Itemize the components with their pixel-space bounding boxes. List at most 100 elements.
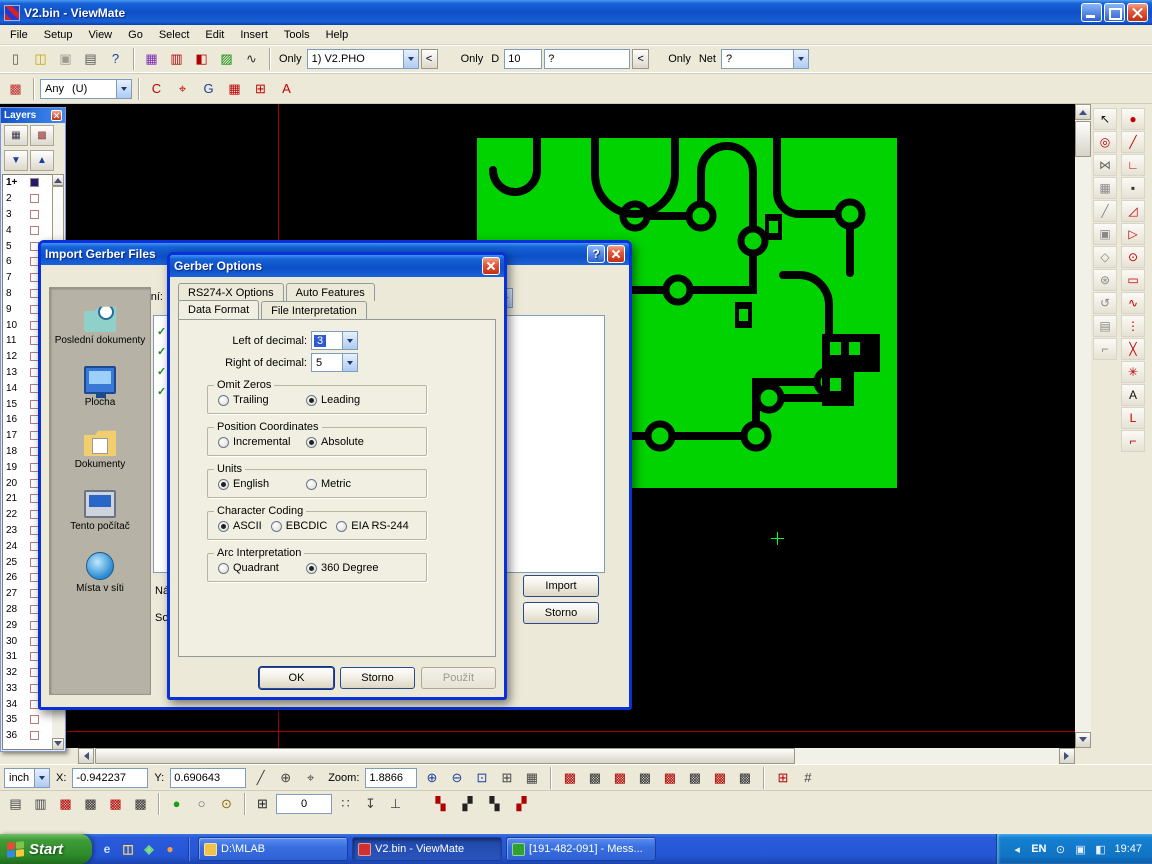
radio-icon[interactable] <box>218 563 229 574</box>
layer-move-up-icon[interactable]: ▲ <box>30 150 54 171</box>
probe-icon[interactable]: ⊙ <box>215 793 238 815</box>
dropdown-arrow-icon[interactable] <box>793 50 808 68</box>
radio-icon[interactable] <box>306 395 317 406</box>
circle-tool-icon[interactable]: C <box>145 78 168 100</box>
dialog-close-button[interactable] <box>607 245 625 263</box>
layer-palette-icon[interactable]: ▩ <box>30 125 54 146</box>
radio-icon[interactable] <box>271 521 282 532</box>
draw-corner-icon[interactable]: ⌐ <box>1121 430 1145 452</box>
radio-icon[interactable] <box>306 563 317 574</box>
pattern-4-icon[interactable]: ▩ <box>129 793 152 815</box>
layer-row[interactable]: 1+ <box>3 175 53 191</box>
layer-set-icon[interactable]: ▥ <box>29 793 52 815</box>
prev-d-button[interactable]: < <box>632 49 649 69</box>
dual-grid-icon[interactable]: ◧ <box>190 48 213 70</box>
draw-target-icon[interactable]: ⊙ <box>1121 246 1145 268</box>
layers-panel-titlebar[interactable]: Layers <box>1 108 65 123</box>
dcode-grid-2-icon[interactable]: ▩ <box>583 767 606 789</box>
draw-star-icon[interactable]: ✳ <box>1121 361 1145 383</box>
open-icon[interactable]: ◫ <box>29 48 52 70</box>
dcode-grid-1-icon[interactable]: ▩ <box>558 767 581 789</box>
corner-icon[interactable]: ⌐ <box>1093 338 1117 360</box>
task-viewmate[interactable]: V2.bin - ViewMate <box>352 837 502 861</box>
firefox-icon[interactable]: ● <box>161 840 179 858</box>
pat-a-icon[interactable]: ▚ <box>429 793 452 815</box>
draw-wedge-icon[interactable]: ◿ <box>1121 200 1145 222</box>
minimize-button[interactable] <box>1081 3 1102 22</box>
menu-edit[interactable]: Edit <box>197 27 232 43</box>
dcode-grid-3-icon[interactable]: ▩ <box>608 767 631 789</box>
d-filter-input[interactable] <box>544 49 630 69</box>
d-code-input[interactable] <box>504 49 542 69</box>
draw-trace-icon[interactable]: ╱ <box>1121 131 1145 153</box>
menu-file[interactable]: File <box>2 27 36 43</box>
pattern-2-icon[interactable]: ▩ <box>79 793 102 815</box>
tab-auto-features[interactable]: Auto Features <box>286 283 375 301</box>
dcode-grid-5-icon[interactable]: ▩ <box>658 767 681 789</box>
pat-b-icon[interactable]: ▞ <box>456 793 479 815</box>
radio-ebcdic[interactable]: EBCDIC <box>271 518 328 534</box>
circle-gray-icon[interactable]: ○ <box>190 793 213 815</box>
draw-wave-icon[interactable]: ∿ <box>1121 292 1145 314</box>
layers-close-icon[interactable] <box>51 110 62 121</box>
dropdown-arrow-icon[interactable] <box>403 50 418 68</box>
radio-absolute[interactable]: Absolute <box>306 434 420 450</box>
radio-360-degree[interactable]: 360 Degree <box>306 560 420 576</box>
dropdown-arrow-icon[interactable] <box>342 354 357 371</box>
cancel-button[interactable]: Storno <box>340 667 415 689</box>
task-messenger[interactable]: [191-482-091] - Mess... <box>506 837 656 861</box>
grid-a-icon[interactable]: ▦ <box>223 78 246 100</box>
stack-icon[interactable]: ▤ <box>4 793 27 815</box>
draw-pad-icon[interactable]: ● <box>1121 108 1145 130</box>
radio-eia-rs-244[interactable]: EIA RS-244 <box>336 518 408 534</box>
layer-row[interactable]: 4 <box>3 222 53 238</box>
layer-swatch[interactable] <box>30 210 39 219</box>
radio-quadrant[interactable]: Quadrant <box>218 560 306 576</box>
new-icon[interactable]: ▯ <box>4 48 27 70</box>
select-cursor-icon[interactable]: ↖ <box>1093 108 1117 130</box>
menu-tools[interactable]: Tools <box>276 27 318 43</box>
dropdown-arrow-icon[interactable] <box>342 332 357 349</box>
ie-icon[interactable]: e <box>98 840 116 858</box>
scroll-right-button[interactable] <box>1059 748 1075 764</box>
radio-metric[interactable]: Metric <box>306 476 420 492</box>
drop-icon[interactable]: ↧ <box>359 793 382 815</box>
x-coordinate-field[interactable] <box>72 768 148 788</box>
clock[interactable]: 19:47 <box>1114 843 1142 855</box>
only-d-label[interactable]: Only <box>458 53 487 65</box>
right-of-decimal-combo[interactable]: 5 <box>311 353 358 372</box>
radio-leading[interactable]: Leading <box>306 392 420 408</box>
menu-insert[interactable]: Insert <box>232 27 276 43</box>
dcode-grid-7-icon[interactable]: ▩ <box>708 767 731 789</box>
dropdown-arrow-icon[interactable] <box>34 769 49 787</box>
line-tool-icon[interactable]: ╱ <box>1093 200 1117 222</box>
only-layer-label[interactable]: Only <box>276 53 305 65</box>
context-help-icon[interactable]: ? <box>104 48 127 70</box>
tray-volume-icon[interactable]: ◧ <box>1092 841 1108 857</box>
layer-row[interactable]: 35 <box>3 712 53 728</box>
restore-button[interactable] <box>1104 3 1125 22</box>
draw-dashrect-icon[interactable]: ▭ <box>1121 269 1145 291</box>
print-icon[interactable]: ▤ <box>79 48 102 70</box>
text-tool-icon[interactable]: A <box>275 78 298 100</box>
gerber-dialog-titlebar[interactable]: Gerber Options <box>170 255 504 277</box>
copy-icon[interactable]: ▣ <box>1093 223 1117 245</box>
close-button[interactable] <box>1127 3 1148 22</box>
snap-icon[interactable]: ◇ <box>1093 246 1117 268</box>
undo-icon[interactable]: ↺ <box>1093 292 1117 314</box>
highlight-grid-icon[interactable]: ▨ <box>215 48 238 70</box>
draw-tri-icon[interactable]: ▷ <box>1121 223 1145 245</box>
only-net-label[interactable]: Only <box>665 53 694 65</box>
draw-dots-icon[interactable]: ⋮ <box>1121 315 1145 337</box>
menu-view[interactable]: View <box>80 27 120 43</box>
radio-icon[interactable] <box>306 479 317 490</box>
layer-row[interactable]: 36 <box>3 728 53 744</box>
text-a-icon[interactable]: A <box>1121 384 1145 406</box>
aperture-list-icon[interactable]: ▦ <box>140 48 163 70</box>
zoom-window-icon[interactable]: ⊡ <box>470 767 493 789</box>
horizontal-scroll-thumb[interactable] <box>95 748 795 764</box>
tab-file-interpretation[interactable]: File Interpretation <box>261 301 367 319</box>
scroll-left-button[interactable] <box>78 748 94 764</box>
place-network[interactable]: Místa v síti <box>50 552 150 594</box>
g-tool-icon[interactable]: G <box>197 78 220 100</box>
